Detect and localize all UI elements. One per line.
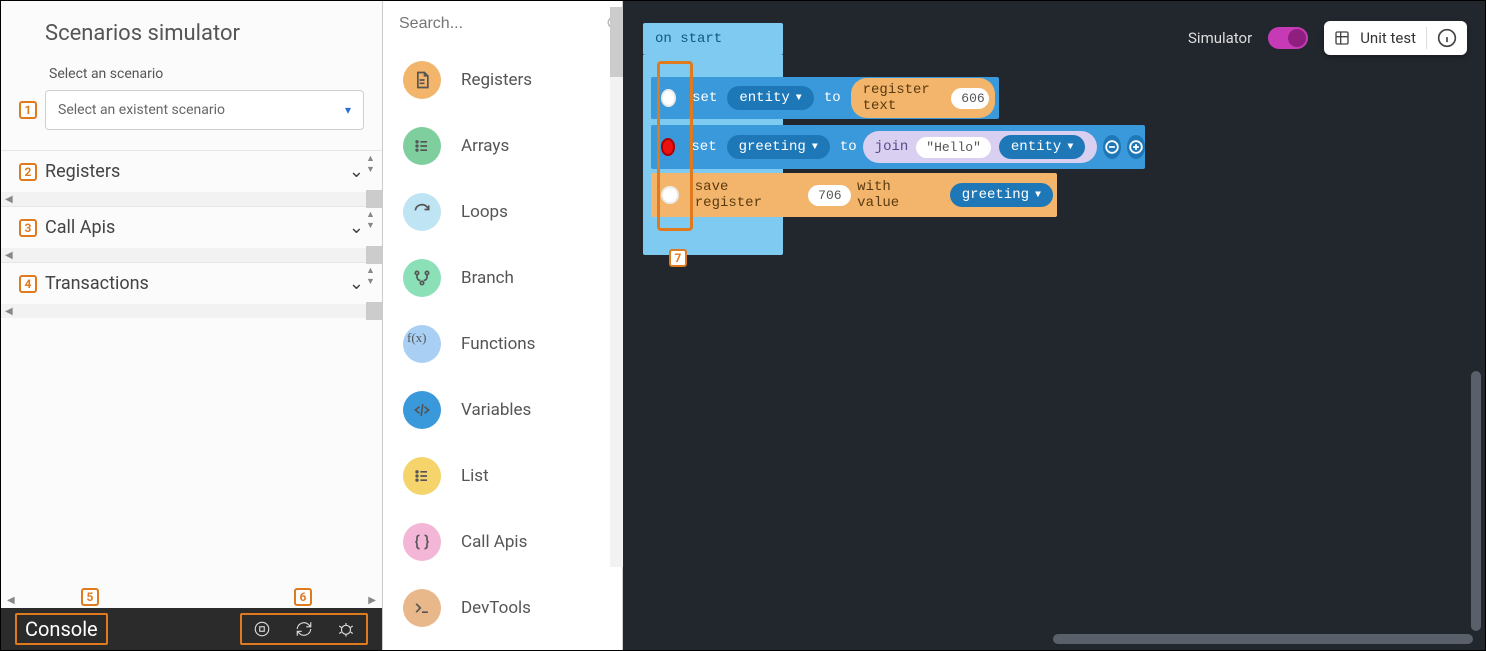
var-greeting-ref-dropdown[interactable]: greeting▼ bbox=[950, 183, 1053, 207]
workspace-canvas[interactable]: Simulator Unit test on start 7 set entit… bbox=[623, 1, 1485, 650]
section-callapis-title: Call Apis bbox=[45, 217, 341, 238]
simulator-label: Simulator bbox=[1188, 29, 1252, 47]
var-entity-ref-dropdown[interactable]: entity▼ bbox=[999, 135, 1085, 159]
palette-vscroll[interactable] bbox=[610, 7, 624, 567]
palette-item-variables[interactable]: Variables bbox=[383, 377, 622, 443]
chevron-down-icon: ⌄ bbox=[349, 217, 364, 238]
remove-arg-button[interactable] bbox=[1103, 135, 1121, 159]
register-number-input[interactable]: 606 bbox=[951, 88, 989, 109]
join-expression[interactable]: join "Hello" entity▼ bbox=[863, 131, 1098, 163]
panel-title: Scenarios simulator bbox=[1, 1, 382, 56]
join-literal-input[interactable]: "Hello" bbox=[916, 137, 991, 158]
palette-item-arrays[interactable]: Arrays bbox=[383, 113, 622, 179]
palette-item-label: Variables bbox=[461, 400, 531, 420]
canvas-vscroll[interactable] bbox=[1471, 371, 1481, 631]
palette-item-label: DevTools bbox=[461, 598, 531, 618]
annotation-badge-4: 4 bbox=[19, 275, 37, 293]
block-save-register[interactable]: save register 706 with value greeting▼ bbox=[651, 173, 1057, 217]
section-registers-hscroll[interactable]: ◀▶ bbox=[1, 192, 382, 206]
annotation-badge-5: 5 bbox=[81, 588, 99, 606]
select-scenario-label: Select an scenario bbox=[1, 56, 382, 90]
grid-icon[interactable] bbox=[1334, 30, 1350, 46]
term-icon bbox=[403, 589, 441, 627]
section-callapis-hscroll[interactable]: ◀▶ bbox=[1, 248, 382, 262]
chevron-down-icon: ⌄ bbox=[349, 273, 364, 294]
list-icon bbox=[403, 457, 441, 495]
unit-test-button-group: Unit test bbox=[1324, 21, 1467, 55]
scenario-select-placeholder: Select an existent scenario bbox=[58, 102, 225, 118]
palette-item-label: Call Apis bbox=[461, 532, 527, 552]
left-pane-hscroll[interactable]: ◀ 5 6 ▶ bbox=[1, 592, 382, 608]
palette-item-list[interactable]: List bbox=[383, 443, 622, 509]
section-callapis-header[interactable]: 3 Call Apis ⌄ ▲▼ bbox=[1, 207, 382, 248]
breakpoint-gutter[interactable] bbox=[657, 61, 693, 231]
block-set-greeting[interactable]: set greeting▼ to join "Hello" entity▼ bbox=[651, 125, 1145, 169]
annotation-badge-6: 6 bbox=[294, 588, 312, 606]
unit-test-label[interactable]: Unit test bbox=[1360, 29, 1416, 47]
annotation-badge-3: 3 bbox=[19, 219, 37, 237]
annotation-badge-2: 2 bbox=[19, 163, 37, 181]
console-controls bbox=[240, 613, 368, 645]
section-registers-header[interactable]: 2 Registers ⌄ ▲▼ bbox=[1, 151, 382, 192]
svg-text:f(x): f(x) bbox=[407, 330, 427, 345]
add-arg-button[interactable] bbox=[1127, 135, 1145, 159]
register-text-pill[interactable]: register text 606 bbox=[851, 78, 995, 118]
bug-icon[interactable] bbox=[336, 619, 356, 639]
branch-icon bbox=[403, 259, 441, 297]
refresh-icon[interactable] bbox=[294, 619, 314, 639]
chevron-down-icon: ⌄ bbox=[349, 161, 364, 182]
section-transactions-header[interactable]: 4 Transactions ⌄ ▲▼ bbox=[1, 263, 382, 304]
scenarios-simulator-panel: Scenarios simulator Select an scenario 1… bbox=[1, 1, 383, 650]
annotation-badge-7: 7 bbox=[669, 249, 687, 267]
console-label[interactable]: Console bbox=[15, 613, 108, 645]
block-set-entity[interactable]: set entity▼ to register text 606 bbox=[651, 77, 999, 119]
on-start-label: on start bbox=[655, 31, 722, 47]
palette-item-call-apis[interactable]: Call Apis bbox=[383, 509, 622, 575]
doc-icon bbox=[403, 61, 441, 99]
palette-item-label: List bbox=[461, 466, 489, 486]
code-icon bbox=[403, 391, 441, 429]
palette-search-input[interactable] bbox=[399, 15, 606, 33]
stop-icon[interactable] bbox=[252, 619, 272, 639]
section-registers-title: Registers bbox=[45, 161, 341, 182]
palette-item-registers[interactable]: Registers bbox=[383, 47, 622, 113]
palette-item-label: Loops bbox=[461, 202, 508, 222]
fx-icon: f(x) bbox=[403, 325, 441, 363]
section-transactions-hscroll[interactable]: ◀▶ bbox=[1, 304, 382, 318]
block-palette: Registers Arrays Loops Branch f(x) Functions V… bbox=[383, 1, 623, 650]
save-register-number-input[interactable]: 706 bbox=[808, 185, 851, 206]
section-transactions-title: Transactions bbox=[45, 273, 341, 294]
palette-item-label: Registers bbox=[461, 70, 532, 90]
palette-item-label: Functions bbox=[461, 334, 535, 354]
palette-item-functions[interactable]: f(x) Functions bbox=[383, 311, 622, 377]
palette-item-label: Branch bbox=[461, 268, 514, 288]
canvas-hscroll[interactable] bbox=[1053, 634, 1473, 644]
on-start-hat[interactable]: on start bbox=[643, 23, 783, 55]
loop-icon bbox=[403, 193, 441, 231]
palette-item-devtools[interactable]: DevTools bbox=[383, 575, 622, 641]
palette-item-label: Arrays bbox=[461, 136, 509, 156]
simulator-toggle[interactable] bbox=[1268, 27, 1308, 49]
annotation-badge-1: 1 bbox=[19, 101, 37, 119]
console-bar: Console bbox=[1, 608, 382, 650]
palette-item-loops[interactable]: Loops bbox=[383, 179, 622, 245]
var-greeting-dropdown[interactable]: greeting▼ bbox=[727, 135, 830, 159]
list-icon bbox=[403, 127, 441, 165]
scenario-select[interactable]: Select an existent scenario ▾ bbox=[45, 90, 364, 130]
var-entity-dropdown[interactable]: entity▼ bbox=[727, 86, 813, 110]
braces-icon bbox=[403, 523, 441, 561]
palette-item-branch[interactable]: Branch bbox=[383, 245, 622, 311]
chevron-down-icon: ▾ bbox=[345, 103, 351, 117]
info-icon[interactable] bbox=[1437, 28, 1457, 48]
palette-item-next[interactable]: Next bbox=[383, 641, 622, 650]
block-stack[interactable]: on start 7 set entity▼ to register text … bbox=[643, 23, 783, 255]
